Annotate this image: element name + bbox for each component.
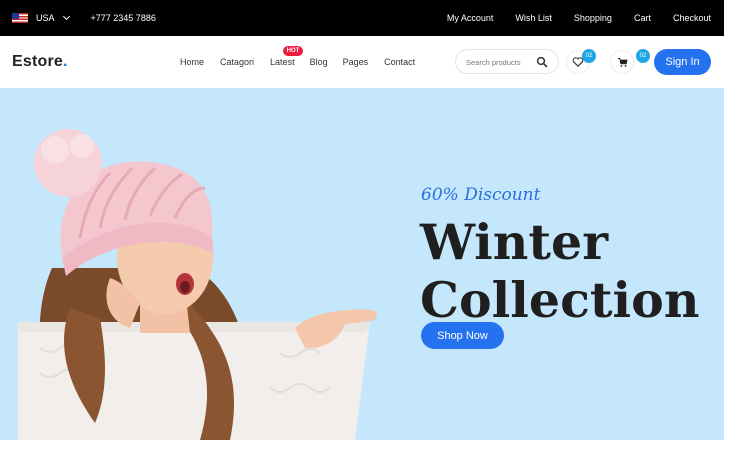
us-flag-icon <box>12 13 28 23</box>
cart-icon <box>617 57 627 67</box>
hero-title-line-1: Winter <box>420 213 609 271</box>
link-wish-list[interactable]: Wish List <box>515 13 552 23</box>
link-cart[interactable]: Cart <box>634 13 651 23</box>
sign-in-button[interactable]: Sign In <box>654 49 711 75</box>
country-selector[interactable]: USA <box>12 12 70 23</box>
phone-number: +777 2345 7886 <box>90 13 156 23</box>
cart-button[interactable] <box>610 50 634 74</box>
nav-home[interactable]: Home <box>180 57 204 67</box>
link-shopping[interactable]: Shopping <box>574 13 612 23</box>
top-bar: USA +777 2345 7886 My Account Wish List … <box>0 0 724 36</box>
nav-contact[interactable]: Contact <box>384 57 415 67</box>
link-my-account[interactable]: My Account <box>447 13 494 23</box>
nav-catagori[interactable]: Catagori <box>220 57 254 67</box>
nav-blog[interactable]: Blog <box>310 57 328 67</box>
chevron-down-icon <box>62 12 70 21</box>
country-label: USA <box>36 13 55 23</box>
link-checkout[interactable]: Checkout <box>673 13 711 23</box>
wishlist-count-badge: 02 <box>582 49 596 63</box>
main-nav: Home Catagori Latest Blog Pages Contact <box>180 57 415 67</box>
hero-banner: 60% Discount Winter Collection Shop Now <box>0 88 724 440</box>
logo-dot: . <box>63 53 68 70</box>
hero-title: Winter Collection <box>420 213 699 329</box>
main-header: Estore. Home Catagori Latest Blog Pages … <box>0 36 724 88</box>
search-box <box>455 49 559 74</box>
shop-now-button[interactable]: Shop Now <box>421 322 504 349</box>
search-icon[interactable] <box>536 56 548 68</box>
hot-badge: HOT <box>283 46 303 56</box>
logo-text: Estore <box>12 53 63 70</box>
nav-pages[interactable]: Pages <box>343 57 369 67</box>
hero-model-image <box>18 129 378 440</box>
hero-title-line-2: Collection <box>420 271 700 329</box>
nav-latest[interactable]: Latest <box>270 57 295 67</box>
hero-discount-text: 60% Discount <box>421 185 541 205</box>
search-input[interactable] <box>466 56 536 68</box>
cart-count-badge: 02 <box>636 49 650 63</box>
logo[interactable]: Estore. <box>12 53 68 71</box>
